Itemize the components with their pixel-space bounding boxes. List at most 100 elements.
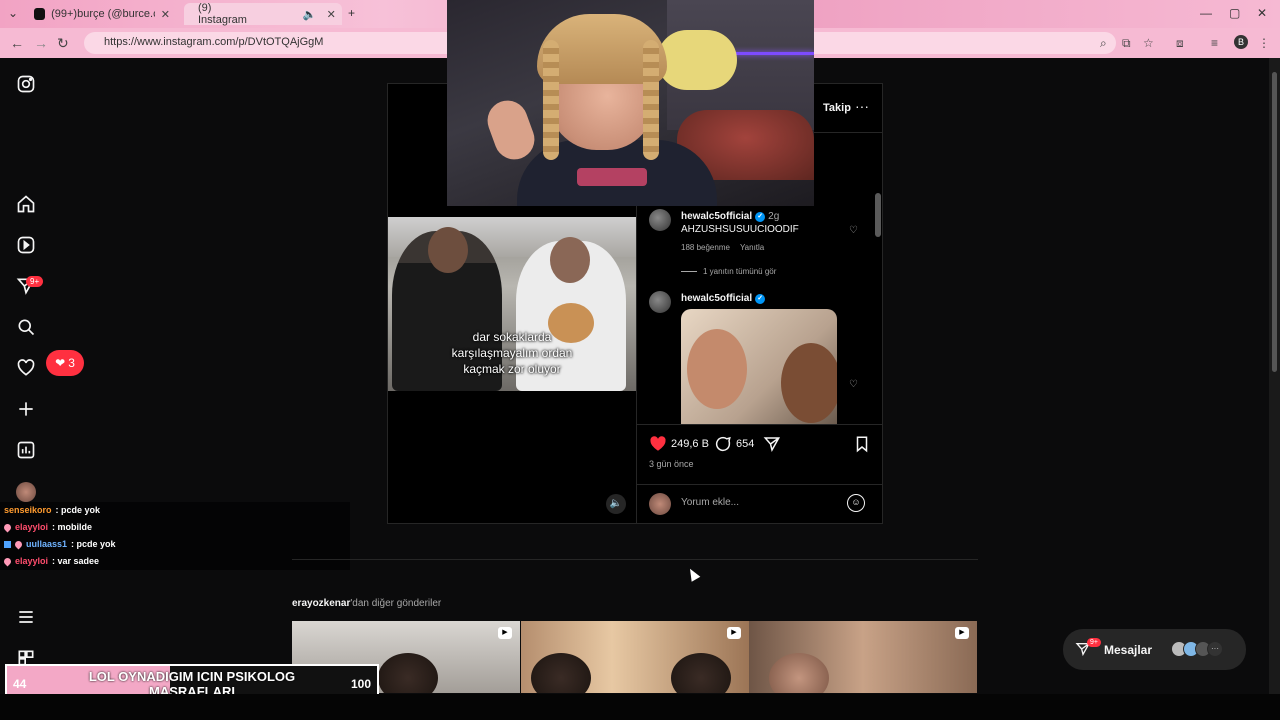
more-options-icon[interactable]: ··· <box>855 98 869 114</box>
comment-likes[interactable]: 188 beğenme <box>681 243 730 252</box>
tab-search-icon[interactable]: ⌄ <box>8 6 18 20</box>
home-icon[interactable] <box>16 194 36 214</box>
extensions-icon[interactable]: ⧈ <box>1176 36 1184 51</box>
page-scrollbar[interactable] <box>1269 58 1280 694</box>
thumbnail-face <box>671 653 731 693</box>
comment-like-icon[interactable]: ♡ <box>849 225 858 236</box>
heart-filled-icon <box>650 436 666 451</box>
replies-text: 1 yanıtın tümünü gör <box>703 267 777 276</box>
volume-icon[interactable]: 🔈 <box>606 494 626 514</box>
close-tab-icon[interactable]: ✕ <box>327 8 336 21</box>
comment-username[interactable]: hewalc5official ✓ 2g <box>681 211 779 222</box>
comment-age: 2g <box>768 211 780 222</box>
mute-tab-icon[interactable]: 🔈 <box>303 8 317 21</box>
chat-text: : var sadee <box>52 556 100 566</box>
heart-icon[interactable] <box>16 358 36 378</box>
tab-title: (99+)burçe (@burce.co) | TikTok <box>51 8 155 20</box>
post-video[interactable]: dar sokaklarda karşılaşmayalım ordan kaç… <box>388 217 636 391</box>
reading-list-icon[interactable]: ≡ <box>1211 36 1218 50</box>
chat-message: uullaass1 : pcde yok <box>4 539 116 549</box>
tab-tiktok[interactable]: (99+)burçe (@burce.co) | TikTok ✕ <box>26 3 178 25</box>
post-actions: 249,6 B 654 3 gün önce <box>637 424 883 484</box>
reel-icon: ▶ <box>955 627 969 639</box>
instagram-logo-icon[interactable] <box>16 74 36 94</box>
comment-like-icon[interactable]: ♡ <box>849 379 858 390</box>
caption-line: dar sokaklarda <box>472 330 552 344</box>
more-posts-heading: erayozkenar'dan diğer gönderiler <box>292 598 441 609</box>
forward-icon[interactable]: → <box>34 35 48 51</box>
replies-line <box>681 271 697 272</box>
zoom-icon[interactable]: ⌕ <box>1100 36 1107 51</box>
comment-avatar[interactable] <box>649 209 671 231</box>
comment-username[interactable]: hewalc5official ✓ <box>681 293 766 304</box>
tab-title: (9) Instagram <box>198 2 247 26</box>
share-icon <box>763 437 781 453</box>
new-tab-button[interactable]: + <box>348 6 355 20</box>
more-menu-icon[interactable] <box>16 607 36 627</box>
menu-icon[interactable]: ⋮ <box>1258 36 1270 50</box>
notification-badge: 9+ <box>26 276 44 287</box>
chat-username: uullaass1 <box>26 539 68 549</box>
tiktok-favicon-icon <box>34 8 46 20</box>
scrollbar-thumb[interactable] <box>875 193 881 237</box>
close-window-button[interactable]: ✕ <box>1257 6 1267 20</box>
donation-goal: 100 <box>350 677 371 691</box>
like-button[interactable]: 249,6 B <box>649 435 709 453</box>
search-icon[interactable] <box>16 317 36 337</box>
more-posts-username[interactable]: erayozkenar <box>292 598 350 609</box>
profile-avatar-icon[interactable] <box>16 482 36 502</box>
back-icon[interactable]: ← <box>10 35 24 51</box>
more-avatars-icon: ··· <box>1207 641 1223 657</box>
webcam-braid <box>643 40 659 160</box>
chat-message: senseikoro : pcde yok <box>4 505 100 515</box>
create-plus-icon[interactable] <box>16 399 36 419</box>
comment-input[interactable]: Yorum ekle... <box>681 497 739 508</box>
comment-avatar[interactable] <box>649 291 671 313</box>
more-post-thumbnail[interactable]: ▶ <box>749 621 977 693</box>
video-head-right <box>550 237 590 283</box>
save-button[interactable] <box>853 435 871 453</box>
thumbnail-face <box>378 653 438 693</box>
reply-button[interactable]: Yanıtla <box>740 243 764 252</box>
bookmark-star-icon[interactable]: ☆ <box>1143 36 1154 50</box>
reel-icon: ▶ <box>727 627 741 639</box>
activity-pill[interactable]: ❤ 3 <box>46 350 84 376</box>
emoji-icon[interactable]: ☺ <box>847 494 865 512</box>
comment-meta: 188 beğenme Yanıtla <box>681 243 764 252</box>
chat-text: : pcde yok <box>55 505 101 515</box>
comment-image[interactable] <box>681 309 837 425</box>
comment-count: 654 <box>736 438 755 450</box>
add-comment-row: Yorum ekle... ☺ <box>637 484 883 523</box>
reload-icon[interactable]: ↻ <box>57 35 69 52</box>
install-icon[interactable]: ⧉ <box>1122 36 1131 51</box>
screen: ⌄ (99+)burçe (@burce.co) | TikTok ✕ (9) … <box>0 0 1280 720</box>
image-face <box>781 343 837 423</box>
share-button[interactable] <box>763 435 781 453</box>
post-date: 3 gün önce <box>649 459 694 469</box>
more-post-thumbnail[interactable]: ▶ <box>521 621 749 693</box>
chat-text: : pcde yok <box>71 539 116 549</box>
webcam-hand <box>481 94 541 166</box>
verified-badge-icon: ✓ <box>755 211 766 222</box>
close-tab-icon[interactable]: ✕ <box>161 8 170 21</box>
activity-count: 3 <box>68 356 75 370</box>
chat-message: elayyloi : mobilde <box>2 522 92 532</box>
profile-avatar[interactable]: B <box>1234 35 1248 49</box>
page-scrollbar-thumb[interactable] <box>1272 72 1277 372</box>
messages-button[interactable]: 9+ Mesajlar ··· <box>1063 629 1246 670</box>
webcam-plush <box>657 30 737 90</box>
bookmark-icon <box>856 436 868 453</box>
taskbar-strip <box>0 694 1280 720</box>
maximize-button[interactable]: ▢ <box>1229 6 1240 20</box>
chat-username: senseikoro <box>4 505 52 515</box>
section-divider <box>292 559 978 560</box>
reels-icon[interactable] <box>16 235 36 255</box>
url-text: https://www.instagram.com/p/DVtOTQAjGgM <box>104 36 324 48</box>
follow-button[interactable]: Takip <box>823 102 851 114</box>
comment-button[interactable]: 654 <box>714 435 754 453</box>
view-replies[interactable]: 1 yanıtın tümünü gör <box>681 267 776 276</box>
thumbnail-face <box>531 653 591 693</box>
dashboard-icon[interactable] <box>16 440 36 460</box>
tab-instagram[interactable]: (9) Instagram 🔈 ✕ <box>184 2 342 26</box>
minimize-button[interactable]: — <box>1200 6 1212 20</box>
